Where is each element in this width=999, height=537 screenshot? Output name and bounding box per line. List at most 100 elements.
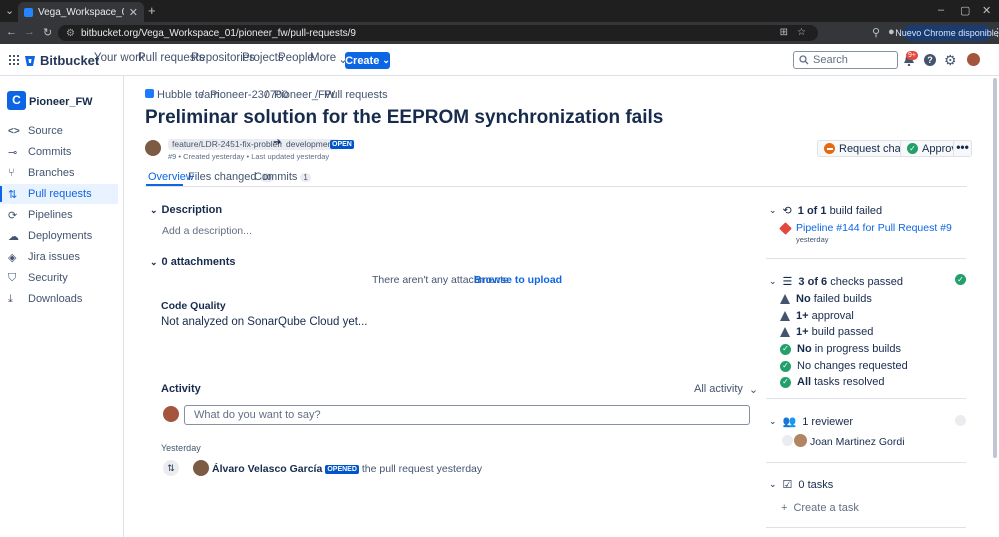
check-item: 1+ build passed — [780, 326, 873, 338]
bitbucket-logo[interactable]: Bitbucket — [24, 53, 99, 68]
sidebar-item-deployments[interactable]: ☁ Deployments — [0, 226, 118, 246]
sidebar-item-commits[interactable]: ⊸ Commits — [0, 142, 118, 162]
event-text: the pull request yesterday — [361, 463, 483, 475]
people-icon: 👥 — [782, 416, 797, 428]
sidebar-item-pull-requests[interactable]: ⇅ Pull requests — [0, 184, 118, 204]
sidebar-item-label: Source — [28, 125, 63, 137]
sidebar-item-jira-issues[interactable]: ◈ Jira issues — [0, 247, 118, 267]
description-toggle[interactable]: ⌄ Description — [150, 204, 222, 216]
check-circle-icon: ✓ — [780, 360, 791, 372]
builds-status: build failed — [829, 204, 883, 217]
reviewer-avatar[interactable] — [794, 434, 807, 447]
create-label: Create — [345, 54, 380, 67]
description-placeholder[interactable]: Add a description... — [162, 225, 252, 237]
maximize-icon[interactable]: ▢ — [960, 4, 970, 17]
event-user[interactable]: Álvaro Velasco García — [212, 463, 322, 475]
checks-passed-icon: ✓ — [955, 274, 966, 285]
activity-event: Álvaro Velasco García OPENED the pull re… — [212, 463, 482, 475]
tasks-section-toggle[interactable]: ⌄ ☑ 0 tasks — [769, 478, 834, 492]
app-switcher-icon[interactable] — [9, 55, 19, 65]
search-input[interactable]: Search — [793, 51, 898, 69]
tasks-title: 0 tasks — [798, 478, 834, 491]
repo-avatar[interactable]: C — [7, 91, 26, 110]
builds-section-toggle[interactable]: ⌄ ⟲ 1 of 1 build failed — [769, 204, 883, 218]
checklist-icon: ☰ — [782, 276, 793, 288]
profile-icon[interactable]: ● — [888, 26, 895, 38]
close-tab-icon[interactable]: ✕ — [129, 6, 138, 19]
sidebar-item-security[interactable]: ⛉ Security — [0, 268, 118, 288]
description-title: Description — [161, 204, 223, 216]
bitbucket-icon — [25, 55, 35, 66]
sidebar-item-source[interactable]: <> Source — [0, 121, 118, 141]
create-task-button[interactable]: + Create a task — [781, 502, 859, 514]
create-button[interactable]: Create ⌄ — [345, 52, 390, 69]
error-icon — [779, 222, 792, 235]
tab-search-icon[interactable]: ⌄ — [5, 4, 14, 17]
nav-people[interactable]: People — [278, 52, 314, 64]
sidebar-item-label: Security — [28, 272, 68, 284]
reload-icon[interactable]: ↻ — [43, 26, 52, 39]
browse-upload-link[interactable]: Browse to upload — [474, 274, 562, 286]
author-avatar[interactable] — [145, 140, 161, 156]
divider — [766, 258, 966, 259]
chevron-down-icon: ⌄ — [769, 416, 777, 426]
pr-meta: #9 • Created yesterday • Last updated ye… — [168, 152, 330, 161]
back-icon[interactable]: ← — [6, 26, 17, 38]
sidebar-item-label: Pull requests — [28, 188, 92, 200]
tab-count: 1 — [300, 173, 311, 182]
attachments-toggle[interactable]: ⌄ 0 attachments — [150, 256, 236, 268]
team-avatar — [145, 89, 154, 98]
check-circle-icon: ✓ — [780, 376, 791, 388]
tabs-divider — [145, 186, 967, 187]
new-tab-button[interactable]: + — [148, 3, 156, 18]
checks-count: 3 of 6 — [798, 275, 828, 288]
current-user-avatar — [163, 406, 179, 422]
reviewer-name[interactable]: Joan Martinez Gordi — [810, 436, 905, 448]
tab-label: Files changed — [188, 171, 257, 183]
minimize-icon[interactable]: – — [938, 4, 944, 16]
help-icon[interactable]: ? — [924, 54, 936, 66]
sidebar-item-branches[interactable]: ⑂ Branches — [0, 163, 118, 183]
translate-icon[interactable]: ⊞ — [780, 27, 788, 38]
extensions-icon[interactable]: ⚲ — [872, 26, 880, 39]
chevron-down-icon: ⌄ — [769, 479, 777, 489]
chrome-update-button[interactable]: Nuevo Chrome disponible — [895, 25, 999, 41]
address-bar[interactable]: ⚙ bitbucket.org/Vega_Workspace_01/pionee… — [58, 25, 818, 41]
activity-day: Yesterday — [161, 443, 201, 453]
forward-icon[interactable]: → — [24, 26, 35, 38]
user-avatar[interactable] — [967, 53, 980, 66]
sidebar-item-label: Commits — [28, 146, 72, 158]
sidebar-item-downloads[interactable]: ⤓ Downloads — [0, 289, 118, 309]
url-text: bitbucket.org/Vega_Workspace_01/pioneer_… — [80, 27, 356, 39]
more-actions-icon[interactable]: ••• — [953, 140, 972, 157]
tab-commits[interactable]: Commits 1 — [254, 171, 311, 183]
repo-name[interactable]: Pioneer_FW — [29, 96, 93, 108]
page-title: Preliminar solution for the EEPROM synch… — [145, 107, 664, 128]
check-text: approval — [811, 310, 854, 322]
breadcrumb-pull-requests[interactable]: Pull requests — [324, 89, 388, 101]
page-scrollbar[interactable] — [993, 78, 997, 458]
nav-more[interactable]: More ⌄ — [310, 52, 348, 66]
download-icon: ⤓ — [8, 292, 13, 305]
jira-icon: ◈ — [8, 251, 17, 264]
sidebar-item-pipelines[interactable]: ⟳ Pipelines — [0, 205, 118, 225]
plus-icon: + — [781, 502, 788, 514]
tab-overview[interactable]: Overview — [148, 171, 194, 183]
close-window-icon[interactable]: ✕ — [982, 4, 991, 17]
checks-section-toggle[interactable]: ⌄ ☰ 3 of 6 checks passed — [769, 275, 903, 289]
divider — [766, 462, 966, 463]
reviewers-section-toggle[interactable]: ⌄ 👥 1 reviewer — [769, 415, 853, 429]
settings-gear-icon[interactable]: ⚙ — [944, 52, 957, 69]
browser-tab[interactable]: Vega_Workspace_01 / pioneer_ ✕ — [18, 2, 144, 22]
pipeline-link[interactable]: Pipeline #144 for Pull Request #9 — [796, 222, 952, 234]
checkbox-icon: ☑ — [782, 479, 793, 491]
bookmark-star-icon[interactable]: ☆ — [797, 27, 806, 38]
pipeline-time: yesterday — [796, 235, 829, 244]
site-info-icon[interactable]: ⚙ — [66, 28, 75, 39]
event-user-avatar[interactable] — [193, 460, 209, 476]
chevron-down-icon: ⌄ — [769, 276, 777, 286]
check-bold: All — [797, 376, 812, 388]
activity-filter[interactable]: All activity ⌄ — [694, 383, 758, 396]
comment-input[interactable]: What do you want to say? — [184, 405, 750, 425]
check-bold: No — [797, 343, 812, 355]
